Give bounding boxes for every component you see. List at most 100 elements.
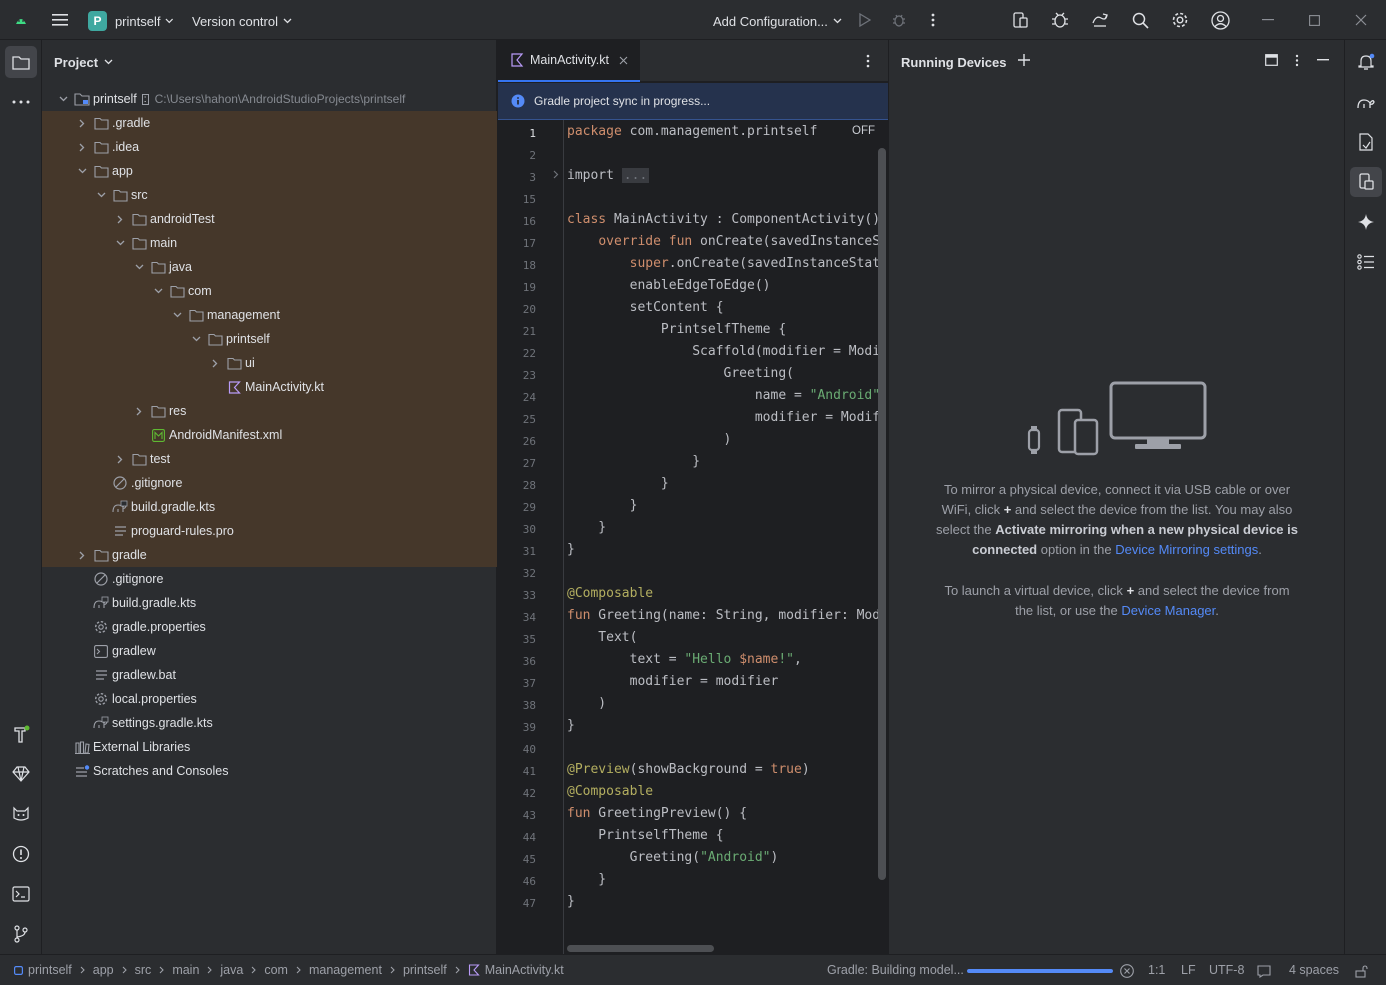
close-window-icon[interactable]: [1351, 10, 1371, 30]
fold-chevron-icon[interactable]: [553, 170, 563, 184]
caret-position[interactable]: 1:1: [1148, 963, 1165, 977]
editor-tab-mainactivity[interactable]: MainActivity.kt: [498, 40, 640, 82]
more-tool-windows-icon[interactable]: [8, 92, 34, 112]
minimize-window-icon[interactable]: [1258, 10, 1278, 30]
gradle-elephant-icon[interactable]: [1353, 90, 1379, 114]
breadcrumb-item[interactable]: src: [135, 963, 152, 977]
version-control-menu[interactable]: Version control: [192, 12, 292, 30]
tree-row[interactable]: src: [42, 183, 497, 207]
breadcrumb-item[interactable]: printself: [403, 963, 447, 977]
chevron-right-icon[interactable]: [113, 207, 127, 231]
device-manager-link[interactable]: Device Manager: [1121, 603, 1215, 618]
structure-list-icon[interactable]: [1353, 250, 1379, 274]
breadcrumb-item[interactable]: management: [309, 963, 382, 977]
settings-gear-icon[interactable]: [1170, 10, 1190, 30]
chevron-down-icon[interactable]: [170, 303, 184, 327]
reader-mode-book-icon[interactable]: [1256, 963, 1272, 979]
account-avatar-icon[interactable]: [1210, 10, 1230, 30]
notifications-bell-icon[interactable]: [1353, 50, 1379, 74]
add-device-plus-icon[interactable]: [1016, 52, 1032, 68]
main-menu-icon[interactable]: [50, 10, 70, 30]
tree-row[interactable]: .idea: [42, 135, 497, 159]
editor-tab-options-icon[interactable]: [860, 52, 876, 70]
chevron-down-icon[interactable]: [132, 255, 146, 279]
tree-row-root[interactable]: printself : C:\Users\hahon\AndroidStudio…: [42, 87, 497, 111]
chevron-right-icon[interactable]: [113, 447, 127, 471]
logcat-icon[interactable]: [8, 802, 34, 826]
tree-row[interactable]: proguard-rules.pro: [42, 519, 497, 543]
tree-row[interactable]: local.properties: [42, 687, 497, 711]
tree-row[interactable]: gradlew: [42, 639, 497, 663]
indent-setting[interactable]: 4 spaces: [1289, 963, 1339, 977]
inlay-off-badge[interactable]: OFF: [852, 125, 882, 143]
chevron-right-icon[interactable]: [75, 111, 89, 135]
gradle-build-status[interactable]: Gradle: Building model...: [827, 963, 964, 977]
read-only-lock-icon[interactable]: [1353, 963, 1369, 979]
running-devices-icon[interactable]: [1350, 167, 1382, 197]
line-separator[interactable]: LF: [1181, 963, 1196, 977]
chevron-right-icon[interactable]: [75, 135, 89, 159]
tree-row[interactable]: printself: [42, 327, 497, 351]
chevron-right-icon[interactable]: [132, 399, 146, 423]
tree-row[interactable]: androidTest: [42, 207, 497, 231]
cancel-build-icon[interactable]: [1119, 963, 1135, 979]
terminal-icon[interactable]: [8, 882, 34, 906]
more-actions-icon[interactable]: [924, 11, 942, 29]
breadcrumb-item[interactable]: app: [93, 963, 114, 977]
build-hammer-icon[interactable]: [8, 722, 34, 746]
sync-gradle-icon[interactable]: [1090, 10, 1110, 30]
chevron-down-icon[interactable]: [56, 87, 70, 111]
chevron-down-icon[interactable]: [94, 183, 108, 207]
tree-row[interactable]: ui: [42, 351, 497, 375]
file-encoding[interactable]: UTF-8: [1209, 963, 1244, 977]
tree-row[interactable]: com: [42, 279, 497, 303]
tree-row[interactable]: MainActivity.kt: [42, 375, 497, 399]
tree-row[interactable]: build.gradle.kts: [42, 591, 497, 615]
tree-row[interactable]: Scratches and Consoles: [42, 759, 497, 783]
tree-row[interactable]: app: [42, 159, 497, 183]
tree-row[interactable]: External Libraries: [42, 735, 497, 759]
gemini-diamond-icon[interactable]: [8, 762, 34, 786]
problems-warning-icon[interactable]: [8, 842, 34, 866]
project-switcher[interactable]: P printself: [88, 10, 174, 32]
run-icon[interactable]: [856, 11, 874, 29]
device-manager-icon[interactable]: [1010, 10, 1030, 30]
maximize-window-icon[interactable]: [1304, 10, 1324, 30]
chevron-right-icon[interactable]: [208, 351, 222, 375]
breadcrumb-item[interactable]: main: [172, 963, 199, 977]
debug-icon[interactable]: [890, 11, 908, 29]
panel-options-icon[interactable]: [1289, 52, 1305, 68]
tree-row[interactable]: main: [42, 231, 497, 255]
tree-row[interactable]: AndroidManifest.xml: [42, 423, 497, 447]
chevron-right-icon[interactable]: [75, 543, 89, 567]
device-file-explorer-icon[interactable]: [1353, 130, 1379, 154]
tree-row[interactable]: management: [42, 303, 497, 327]
version-control-branch-icon[interactable]: [8, 922, 34, 946]
tree-row[interactable]: settings.gradle.kts: [42, 711, 497, 735]
breadcrumb-item[interactable]: com: [264, 963, 288, 977]
tree-row[interactable]: test: [42, 447, 497, 471]
window-layout-icon[interactable]: [1263, 52, 1279, 68]
vertical-scrollbar[interactable]: [878, 148, 886, 880]
tree-row[interactable]: java: [42, 255, 497, 279]
app-inspection-icon[interactable]: [1050, 10, 1070, 30]
tree-row[interactable]: gradlew.bat: [42, 663, 497, 687]
horizontal-scrollbar[interactable]: [567, 945, 714, 952]
tree-row[interactable]: build.gradle.kts: [42, 495, 497, 519]
tree-row[interactable]: gradle.properties: [42, 615, 497, 639]
tree-row[interactable]: .gitignore: [42, 567, 497, 591]
device-mirroring-settings-link[interactable]: Device Mirroring settings: [1115, 542, 1258, 557]
tree-row[interactable]: gradle: [42, 543, 497, 567]
chevron-down-icon[interactable]: [189, 327, 203, 351]
project-tool-folder-icon[interactable]: [5, 46, 37, 78]
tree-row[interactable]: res: [42, 399, 497, 423]
gemini-sparkle-icon[interactable]: [1353, 210, 1379, 234]
run-configuration-selector[interactable]: Add Configuration...: [713, 12, 842, 30]
project-view-selector[interactable]: Project: [54, 53, 113, 71]
chevron-down-icon[interactable]: [75, 159, 89, 183]
breadcrumb-item[interactable]: printself: [28, 963, 72, 977]
tree-row[interactable]: .gitignore: [42, 471, 497, 495]
chevron-down-icon[interactable]: [151, 279, 165, 303]
hide-panel-minus-icon[interactable]: [1315, 52, 1331, 68]
chevron-down-icon[interactable]: [113, 231, 127, 255]
